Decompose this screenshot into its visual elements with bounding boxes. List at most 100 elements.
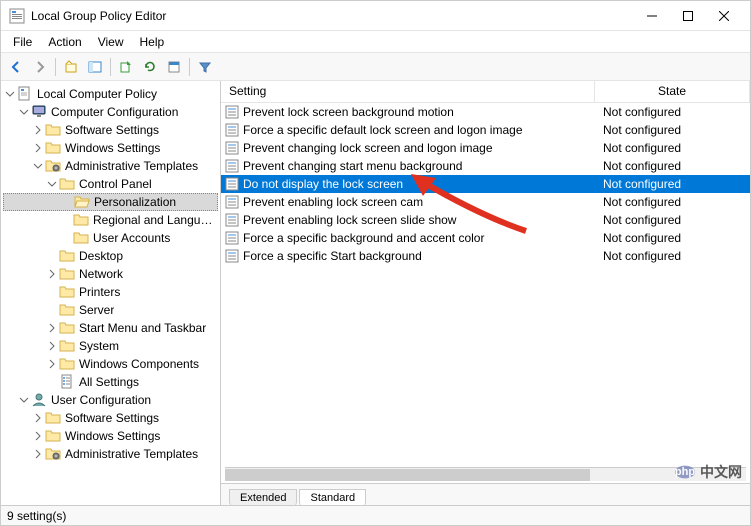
window-title: Local Group Policy Editor (31, 9, 634, 23)
expand-icon[interactable] (31, 411, 45, 425)
tree-user-config-icon (31, 392, 47, 408)
tree-cc-software[interactable]: Software Settings (3, 121, 218, 139)
tree-all-settings[interactable]: All Settings (3, 373, 218, 391)
tabs: Extended Standard (221, 483, 750, 505)
tree-win-components-icon (59, 356, 75, 372)
expand-icon[interactable] (31, 429, 45, 443)
column-setting[interactable]: Setting (221, 81, 595, 102)
setting-row[interactable]: Prevent enabling lock screen slide showN… (221, 211, 750, 229)
tree-cc-windows[interactable]: Windows Settings (3, 139, 218, 157)
tree-printers[interactable]: Printers (3, 283, 218, 301)
expand-icon[interactable] (45, 357, 59, 371)
export-button[interactable] (115, 56, 137, 78)
setting-state: Not configured (595, 213, 750, 227)
tree-root[interactable]: Local Computer Policy (3, 85, 218, 103)
expand-icon[interactable] (45, 267, 59, 281)
tree-control-panel-icon (59, 176, 75, 192)
collapse-icon[interactable] (17, 393, 31, 407)
tree-control-panel[interactable]: Control Panel (3, 175, 218, 193)
expand-icon[interactable] (31, 123, 45, 137)
setting-icon (225, 195, 239, 209)
setting-name: Prevent changing start menu background (243, 159, 462, 173)
tree-cc-windows-icon (45, 140, 61, 156)
setting-icon (225, 231, 239, 245)
setting-icon (225, 123, 239, 137)
setting-state: Not configured (595, 159, 750, 173)
watermark-text: 中文网 (700, 462, 742, 482)
tree-start-taskbar-icon (59, 320, 75, 336)
tree-uc-windows[interactable]: Windows Settings (3, 427, 218, 445)
setting-icon (225, 141, 239, 155)
tree-server-icon (59, 302, 75, 318)
tree-printers-icon (59, 284, 75, 300)
tree-computer-config[interactable]: Computer Configuration (3, 103, 218, 121)
setting-row[interactable]: Do not display the lock screenNot config… (221, 175, 750, 193)
tree-pane[interactable]: Local Computer PolicyComputer Configurat… (1, 81, 221, 505)
menu-action[interactable]: Action (40, 33, 89, 51)
setting-row[interactable]: Force a specific background and accent c… (221, 229, 750, 247)
maximize-button[interactable] (670, 2, 706, 30)
menu-view[interactable]: View (90, 33, 132, 51)
tree-win-components[interactable]: Windows Components (3, 355, 218, 373)
tree-uc-admin[interactable]: Administrative Templates (3, 445, 218, 463)
toolbar-separator (189, 58, 190, 76)
tree-start-taskbar[interactable]: Start Menu and Taskbar (3, 319, 218, 337)
minimize-button[interactable] (634, 2, 670, 30)
setting-name: Do not display the lock screen (243, 177, 403, 191)
setting-row[interactable]: Prevent changing lock screen and logon i… (221, 139, 750, 157)
setting-icon (225, 159, 239, 173)
tree-network[interactable]: Network (3, 265, 218, 283)
tree-user-config[interactable]: User Configuration (3, 391, 218, 409)
show-hide-tree-button[interactable] (84, 56, 106, 78)
properties-button[interactable] (163, 56, 185, 78)
setting-row[interactable]: Prevent enabling lock screen cam Not conf… (221, 193, 750, 211)
tree-desktop[interactable]: Desktop (3, 247, 218, 265)
watermark: php 中文网 (674, 461, 742, 483)
close-button[interactable] (706, 2, 742, 30)
tab-standard[interactable]: Standard (299, 489, 366, 505)
tree-system-icon (59, 338, 75, 354)
setting-row[interactable]: Force a specific default lock screen and… (221, 121, 750, 139)
refresh-button[interactable] (139, 56, 161, 78)
tab-extended[interactable]: Extended (229, 489, 297, 505)
collapse-icon[interactable] (45, 177, 59, 191)
collapse-icon[interactable] (17, 105, 31, 119)
setting-row[interactable]: Force a specific Start backgroundNot con… (221, 247, 750, 265)
filter-button[interactable] (194, 56, 216, 78)
setting-row[interactable]: Prevent lock screen background motionNot… (221, 103, 750, 121)
collapse-icon[interactable] (31, 159, 45, 173)
status-text: 9 setting(s) (7, 509, 66, 523)
tree-network-icon (59, 266, 75, 282)
forward-button[interactable] (29, 56, 51, 78)
expand-icon[interactable] (31, 141, 45, 155)
expand-icon[interactable] (45, 339, 59, 353)
setting-state: Not configured (595, 231, 750, 245)
column-state[interactable]: State (595, 81, 750, 102)
tree-uc-windows-icon (45, 428, 61, 444)
php-logo-icon: php (674, 461, 696, 483)
tree-personalization[interactable]: Personalization (3, 193, 218, 211)
menu-file[interactable]: File (5, 33, 40, 51)
up-button[interactable] (60, 56, 82, 78)
tree-system[interactable]: System (3, 337, 218, 355)
tree-uc-software[interactable]: Software Settings (3, 409, 218, 427)
menu-help[interactable]: Help (132, 33, 173, 51)
setting-state: Not configured (595, 195, 750, 209)
setting-name: Prevent enabling lock screen cam (243, 195, 423, 209)
tree-regional[interactable]: Regional and Language (3, 211, 218, 229)
collapse-icon[interactable] (3, 87, 17, 101)
expand-icon[interactable] (45, 321, 59, 335)
tree-cc-admin[interactable]: Administrative Templates (3, 157, 218, 175)
app-icon (9, 8, 25, 24)
toolbar (1, 53, 750, 81)
tree-server[interactable]: Server (3, 301, 218, 319)
tree-user-accounts[interactable]: User Accounts (3, 229, 218, 247)
horizontal-scrollbar[interactable] (225, 467, 746, 481)
expand-icon[interactable] (31, 447, 45, 461)
toolbar-separator (55, 58, 56, 76)
list-body[interactable]: Prevent lock screen background motionNot… (221, 103, 750, 467)
content-area: Local Computer PolicyComputer Configurat… (1, 81, 750, 505)
setting-row[interactable]: Prevent changing start menu background No… (221, 157, 750, 175)
back-button[interactable] (5, 56, 27, 78)
scrollbar-thumb[interactable] (225, 469, 590, 481)
